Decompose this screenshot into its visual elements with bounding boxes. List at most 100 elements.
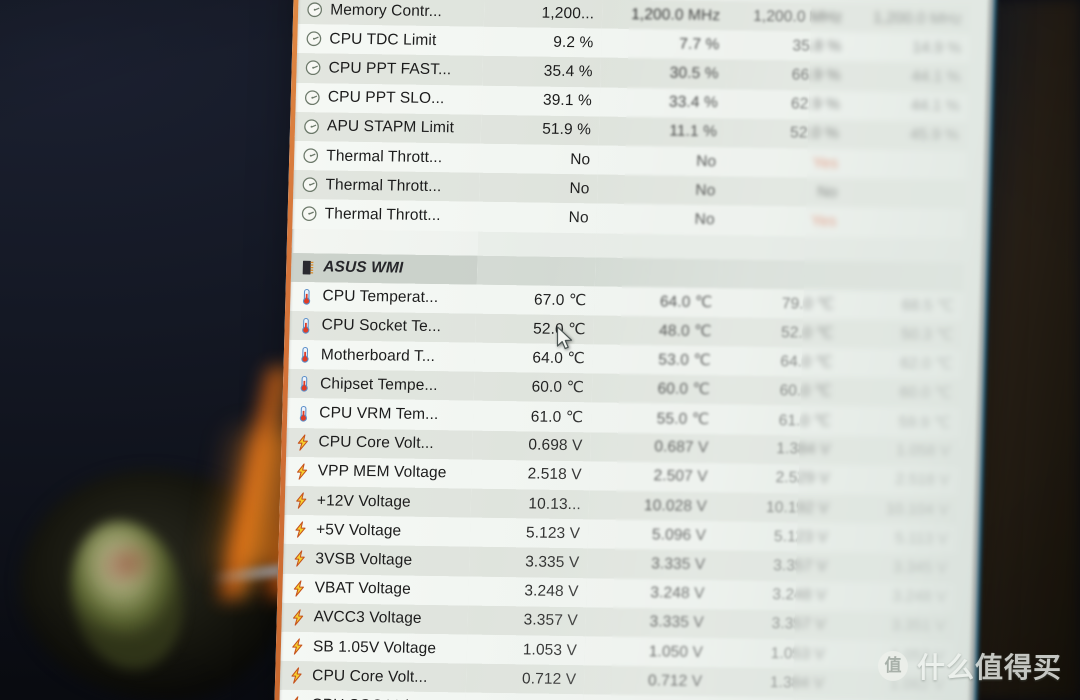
sensor-value-minimum: 5.096 V — [587, 519, 715, 551]
sensor-value-maximum: 64.0 ℃ — [718, 346, 842, 378]
sensor-value-current: 61.0 ℃ — [472, 401, 592, 432]
sensor-name-cell: CPU Core Volt... — [286, 427, 473, 460]
sensor-label: SB 1.05V Voltage — [312, 637, 437, 657]
sensor-value-minimum: 10.028 V — [588, 490, 716, 522]
sensor-value-maximum: Yes — [722, 205, 846, 237]
sensor-value-current: 5.123 V — [469, 517, 589, 549]
sensor-name-cell: VPP MEM Voltage — [285, 456, 473, 489]
sensor-value-minimum: 3.335 V — [585, 607, 713, 639]
sensor-value-average: 1.058 V — [838, 435, 959, 467]
sensor-value-minimum: 3.248 V — [586, 577, 713, 609]
sensor-value-current: 39.1 % — [481, 85, 601, 117]
chip-icon — [302, 260, 314, 275]
sensor-name-cell: Thermal Thrott... — [292, 199, 480, 232]
sensor-label: 3VSB Voltage — [315, 550, 413, 569]
sensor-value-average: 2.518 V — [837, 464, 959, 496]
sensor-name-cell: Thermal Thrott... — [293, 170, 480, 203]
sensor-value-minimum: 1,200.0 MHz — [601, 0, 729, 31]
bolt-icon — [291, 667, 302, 684]
sensor-value-current: 3.248 V — [468, 576, 587, 608]
sensor-name-cell: CPU Socket Te... — [289, 310, 477, 343]
monitor-screen: Memory Contr... 1,200... 1,200.0 MHz 1,200.… — [273, 0, 995, 700]
sensor-value-maximum: 52.0 ℃ — [719, 317, 843, 349]
sensor-value-minimum: 7.7 % — [600, 28, 728, 60]
sensor-value-minimum: 30.5 % — [600, 57, 727, 89]
sensor-label: +5V Voltage — [315, 521, 402, 540]
gauge-icon — [303, 148, 319, 164]
sensor-value-current: 64.0 ℃ — [474, 342, 594, 374]
sensor-value-average: 3.351 V — [833, 610, 955, 642]
sensor-value-current: 0.712 V — [465, 663, 585, 695]
sensor-value-current: 60.0 ℃ — [473, 371, 593, 403]
sensor-value-average: 3.345 V — [834, 552, 956, 584]
bolt-icon — [292, 638, 303, 655]
sensor-value-minimum: 0.992 V — [582, 694, 710, 700]
sensor-value-current: No — [479, 172, 598, 204]
sensor-name-cell: Chipset Tempe... — [287, 369, 475, 402]
sensor-value-maximum: 2.529 V — [715, 463, 839, 495]
sensor-value-average — [845, 178, 966, 210]
sensor-value-minimum: No — [597, 145, 725, 177]
sensor-value-minimum: No — [597, 174, 724, 206]
sensor-label: CPU Socket Te... — [321, 316, 442, 336]
sensor-value-maximum: 1.053 V — [710, 638, 834, 670]
sensor-value-average: 10.104 V — [836, 494, 958, 525]
sensor-value-average — [845, 149, 967, 181]
sensor-value-current: 9.2 % — [483, 26, 602, 58]
sensor-label: AVCC3 Voltage — [313, 608, 422, 628]
sensor-value-average: 1.053 V — [832, 639, 954, 671]
sensor-value-current: 35.4 % — [482, 56, 601, 88]
sensor-name-cell: APU STAPM Limit — [294, 111, 482, 144]
sensor-value-current: 3.357 V — [467, 605, 587, 637]
sensor-value-average: 60.0 ℃ — [839, 377, 961, 409]
group-empty-cell — [842, 260, 964, 292]
sensor-value-average: 50.3 ℃ — [841, 318, 963, 350]
sensor-label: CPU Temperat... — [322, 287, 439, 307]
sensor-value-average: 62.0 ℃ — [840, 348, 962, 380]
sensor-label: CPU SOC Volta... — [311, 696, 435, 700]
sensor-value-minimum: 33.4 % — [599, 87, 727, 119]
sensor-value-current: 52.0 ℃ — [475, 313, 595, 345]
sensor-value-minimum: 3.335 V — [586, 548, 714, 580]
bolt-icon — [297, 434, 308, 451]
sensor-label: +12V Voltage — [316, 491, 412, 511]
sensor-label: VPP MEM Voltage — [317, 462, 447, 482]
sensor-label: CPU TDC Limit — [329, 30, 437, 49]
bolt-icon — [294, 550, 305, 568]
gauge-icon — [302, 177, 318, 193]
sensor-value-minimum: 64.0 ℃ — [594, 286, 721, 318]
gauge-icon — [304, 90, 320, 105]
sensor-label: Chipset Tempe... — [319, 375, 438, 394]
sensor-name-cell: Thermal Thrott... — [293, 140, 481, 173]
thermometer-icon — [300, 376, 308, 393]
sensor-name-cell: CPU Temperat... — [290, 281, 477, 314]
sensor-value-current: 3.335 V — [468, 546, 588, 578]
sensor-name-cell: CPU SOC Volta... — [278, 690, 466, 700]
sensor-name-cell: +5V Voltage — [283, 515, 471, 547]
sensor-value-average: 44.1 % — [847, 90, 969, 122]
sensor-label: CPU PPT FAST... — [328, 59, 452, 79]
sensor-value-average: 14.9 % — [848, 32, 970, 64]
gauge-icon — [304, 119, 319, 134]
sensor-name-cell: CPU PPT FAST... — [296, 53, 484, 86]
bolt-icon — [293, 580, 304, 597]
bolt-icon — [296, 463, 308, 480]
sensor-label: Memory Contr... — [329, 1, 443, 20]
sensor-label: CPU Core Volt... — [311, 666, 428, 686]
sensor-value-average: 59.9 ℃ — [838, 406, 960, 438]
sensor-table[interactable]: Memory Contr... 1,200... 1,200.0 MHz 1,200.… — [277, 0, 971, 700]
sensor-value-minimum: 11.1 % — [598, 116, 726, 148]
sensor-value-average: 1,200.0 MHz — [849, 3, 971, 35]
group-empty-cell — [720, 258, 844, 290]
thermometer-icon — [301, 347, 309, 363]
sensor-value-current: No — [478, 202, 598, 233]
gauge-icon — [305, 60, 321, 76]
sensor-value-current: 2.518 V — [471, 459, 591, 491]
sensor-value-maximum: 62.9 % — [725, 88, 849, 120]
group-label: ASUS WMI — [323, 258, 404, 277]
sensor-value-average: 1.062 V — [831, 669, 953, 700]
sensor-value-average: 68.5 ℃ — [842, 289, 963, 321]
sensor-name-cell: +12V Voltage — [284, 485, 472, 518]
sensor-label: CPU VRM Tem... — [319, 404, 439, 424]
sensor-value-average: 44.1 % — [848, 61, 969, 93]
